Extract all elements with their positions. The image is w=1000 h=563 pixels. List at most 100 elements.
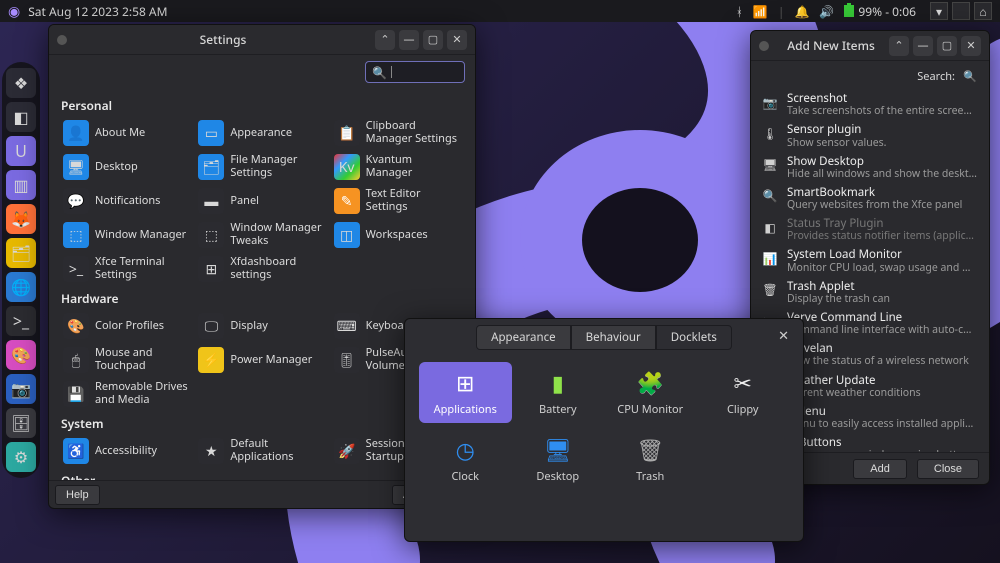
settings-tile[interactable]: ⬚Window Manager Tweaks — [194, 218, 329, 252]
add-item-row[interactable]: 🗑Trash AppletDisplay the trash can — [755, 277, 985, 308]
add-button[interactable]: Add — [853, 459, 907, 479]
logo-icon[interactable]: ◉ — [8, 2, 20, 21]
add-item-row[interactable]: 🖥Show DesktopHide all windows and show t… — [755, 152, 985, 183]
settings-tile[interactable]: ⊞Xfdashboard settings — [194, 252, 329, 286]
wifi-icon[interactable]: 📶 — [753, 3, 768, 20]
tile-label: Workspaces — [366, 229, 428, 242]
close-button[interactable]: ✕ — [778, 326, 789, 344]
item-name: Sensor plugin — [787, 123, 886, 136]
tile-icon: 📋 — [334, 120, 360, 146]
tile-icon: ⚡ — [198, 347, 224, 373]
volume-icon[interactable]: 🔊 — [819, 3, 834, 20]
tile-icon: 👤 — [63, 120, 89, 146]
bluetooth-icon[interactable]: ᚼ — [736, 3, 743, 20]
docklet-icon: 🖥 — [543, 435, 573, 465]
close-button[interactable]: ✕ — [961, 36, 981, 56]
search-icon[interactable]: 🔍 — [961, 67, 979, 85]
add-item-row[interactable]: 📷ScreenshotTake screenshots of the entir… — [755, 89, 985, 120]
close-button[interactable]: ✕ — [447, 30, 467, 50]
settings-tile[interactable]: 🗂File Manager Settings — [194, 150, 329, 184]
add-item-row[interactable]: ◧Status Tray PluginProvides status notif… — [755, 214, 985, 245]
settings-tile[interactable]: 👤 About Me — [59, 116, 194, 150]
bell-icon[interactable]: 🔔 — [794, 3, 809, 20]
settings-tile[interactable]: 🎨Color Profiles — [59, 309, 194, 343]
settings-tile[interactable]: ★Default Applications — [194, 434, 329, 468]
dock-item-settings[interactable]: ⚙ — [6, 442, 36, 472]
expand-button[interactable]: ⌃ — [375, 30, 395, 50]
window-dot-icon — [759, 41, 769, 51]
docklet-applications[interactable]: ⊞Applications — [419, 362, 512, 423]
tile-label: About Me — [95, 127, 145, 140]
settings-tile[interactable]: ⬚Window Manager — [59, 218, 194, 252]
settings-tile[interactable]: ♿Accessibility — [59, 434, 194, 468]
section-header: Hardware — [59, 286, 465, 309]
settings-tile[interactable]: 💾Removable Drives and Media — [59, 377, 194, 411]
docklet-cpu-monitor[interactable]: 🧩CPU Monitor — [604, 362, 697, 423]
item-name: Show Desktop — [787, 155, 977, 168]
settings-tile[interactable]: >_Xfce Terminal Settings — [59, 252, 194, 286]
dock-item-web[interactable]: 🌐 — [6, 272, 36, 302]
docklet-trash[interactable]: 🗑Trash — [604, 429, 697, 490]
expand-button[interactable]: ⌃ — [889, 36, 909, 56]
dock-item-window-tiler[interactable]: ▥ — [6, 170, 36, 200]
tile-icon: 🎚 — [334, 347, 360, 373]
item-desc: Command line interface with auto-complet… — [787, 324, 977, 336]
add-item-row[interactable]: 📊System Load MonitorMonitor CPU load, sw… — [755, 245, 985, 276]
tile-label: Desktop — [95, 161, 138, 174]
settings-tile[interactable]: 🖱Mouse and Touchpad — [59, 343, 194, 377]
docklet-label: Battery — [539, 402, 577, 417]
panel-button-blank[interactable] — [952, 2, 970, 20]
tile-label: Text Editor Settings — [366, 188, 461, 213]
tile-label: Power Manager — [230, 354, 312, 367]
docklet-clock[interactable]: ◷Clock — [419, 429, 512, 490]
docklet-battery[interactable]: ▮Battery — [512, 362, 605, 423]
dock-item-files[interactable]: 🗂 — [6, 238, 36, 268]
tile-icon: ♿ — [63, 438, 89, 464]
settings-tile[interactable]: ▭Appearance — [194, 116, 329, 150]
add-item-row[interactable]: 🔍SmartBookmarkQuery websites from the Xf… — [755, 183, 985, 214]
dock-item-ubuntu-unity[interactable]: U — [6, 136, 36, 166]
panel-button-down[interactable]: ▾ — [930, 2, 948, 20]
settings-titlebar[interactable]: Settings ⌃ — ▢ ✕ — [49, 25, 475, 55]
settings-tile[interactable]: 📋Clipboard Manager Settings — [330, 116, 465, 150]
settings-search-input[interactable]: 🔍 — [365, 61, 465, 83]
settings-tile[interactable]: ▬Panel — [194, 184, 329, 218]
battery-label: 99% - 0:06 — [858, 3, 916, 20]
tile-label: Xfce Terminal Settings — [95, 256, 190, 281]
clock-label: Sat Aug 12 2023 2:58 AM — [28, 3, 167, 20]
add-items-titlebar[interactable]: Add New Items ⌃ — ▢ ✕ — [751, 31, 989, 61]
docklet-label: Desktop — [536, 469, 579, 484]
settings-tile[interactable]: 🖵Display — [194, 309, 329, 343]
tile-icon: 🚀 — [334, 438, 360, 464]
docklet-clippy[interactable]: ✂Clippy — [697, 362, 790, 423]
battery-indicator[interactable]: 99% - 0:06 — [844, 3, 916, 20]
dock-item-firefox[interactable]: 🦊 — [6, 204, 36, 234]
tab-docklets[interactable]: Docklets — [656, 325, 732, 350]
dock-item-workspaces[interactable]: ◧ — [6, 102, 36, 132]
tab-behaviour[interactable]: Behaviour — [571, 325, 656, 350]
minimize-button[interactable]: — — [399, 30, 419, 50]
close-dialog-button[interactable]: Close — [917, 459, 979, 479]
item-name: Status Tray Plugin — [787, 217, 977, 230]
settings-tile[interactable]: ✎Text Editor Settings — [330, 184, 465, 218]
docklet-desktop[interactable]: 🖥 Desktop — [512, 429, 605, 490]
dock-item-color-picker[interactable]: 🎨 — [6, 340, 36, 370]
add-item-row[interactable]: 🌡Sensor pluginShow sensor values. — [755, 120, 985, 151]
settings-tile[interactable]: 🖥Desktop — [59, 150, 194, 184]
maximize-button[interactable]: ▢ — [423, 30, 443, 50]
panel-button-home[interactable]: ⌂ — [974, 2, 992, 20]
dock-item-app-launcher[interactable]: ❖ — [6, 68, 36, 98]
dock-item-screenshot[interactable]: 📷 — [6, 374, 36, 404]
help-button[interactable]: Help — [55, 485, 100, 505]
tab-appearance[interactable]: Appearance — [476, 325, 571, 350]
settings-tile[interactable]: ⚡ Power Manager — [194, 343, 329, 377]
settings-tile[interactable]: 💬Notifications — [59, 184, 194, 218]
tile-icon: ⬚ — [63, 222, 89, 248]
minimize-button[interactable]: — — [913, 36, 933, 56]
maximize-button[interactable]: ▢ — [937, 36, 957, 56]
settings-tile[interactable]: ◫Workspaces — [330, 218, 465, 252]
settings-tile[interactable]: KvKvantum Manager — [330, 150, 465, 184]
dock-item-terminal[interactable]: >_ — [6, 306, 36, 336]
dock-item-file-manager[interactable]: 🗄 — [6, 408, 36, 438]
item-icon: 🌡 — [761, 124, 779, 142]
